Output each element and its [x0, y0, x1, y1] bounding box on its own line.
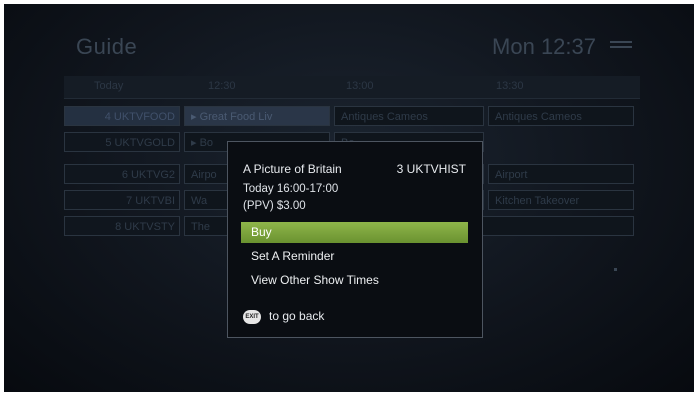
column-header-time: 13:30: [496, 80, 524, 92]
programme-cell[interactable]: ▸ Great Food Liv: [184, 106, 330, 126]
programme-title: A Picture of Britain: [243, 162, 342, 176]
scroll-indicator: [614, 268, 617, 271]
channel-name: 8 UKTVSTY: [64, 216, 180, 236]
column-header-time: 12:30: [208, 80, 236, 92]
back-hint[interactable]: EXIT to go back: [243, 307, 324, 325]
exit-button-icon: EXIT: [243, 309, 261, 324]
grid-header: Today 12:30 13:00 13:30: [64, 76, 640, 99]
programme-options-popup: A Picture of Britain 3 UKTVHIST Today 16…: [227, 141, 483, 338]
programme-cell[interactable]: Antiques Cameos: [334, 106, 484, 126]
channel-row[interactable]: 4 UKTVFOOD ▸ Great Food Liv Antiques Cam…: [64, 106, 640, 128]
channel-name: 7 UKTVBI: [64, 190, 180, 210]
programme-channel: 3 UKTVHIST: [396, 162, 466, 176]
menu-lines-icon: [610, 38, 632, 54]
screen: Guide Mon 12:37 Today 12:30 13:00 13:30 …: [0, 0, 700, 396]
channel-name: 4 UKTVFOOD: [64, 106, 180, 126]
programme-cell[interactable]: Airport: [488, 164, 634, 184]
column-header-time: 13:00: [346, 80, 374, 92]
channel-name: 6 UKTVG2: [64, 164, 180, 184]
programme-cell[interactable]: Antiques Cameos: [488, 106, 634, 126]
guide-title: Guide: [76, 34, 138, 59]
programme-price: (PPV) $3.00: [243, 200, 306, 212]
view-other-show-times-option[interactable]: View Other Show Times: [241, 270, 468, 291]
clock: Mon 12:37: [492, 34, 596, 59]
programme-time: Today 16:00-17:00: [243, 183, 339, 195]
set-reminder-option[interactable]: Set A Reminder: [241, 246, 468, 267]
back-hint-text: to go back: [269, 309, 325, 323]
channel-name: 5 UKTVGOLD: [64, 132, 180, 152]
column-header-day: Today: [94, 80, 124, 92]
programme-cell[interactable]: Kitchen Takeover: [488, 190, 634, 210]
buy-option[interactable]: Buy: [241, 222, 468, 243]
